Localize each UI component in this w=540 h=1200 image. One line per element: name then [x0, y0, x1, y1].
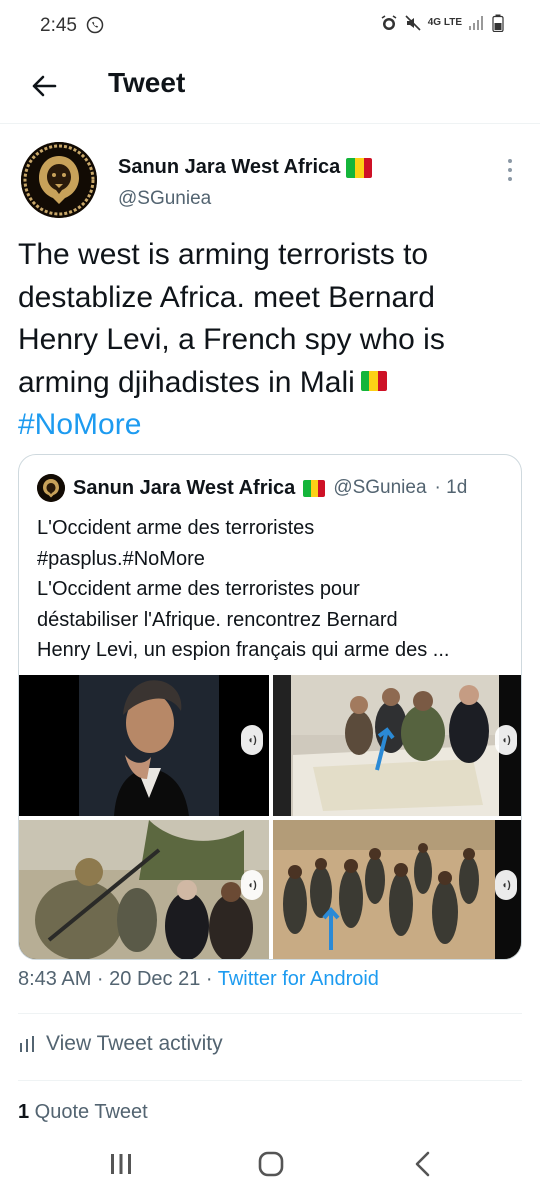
mali-flag-icon: [360, 370, 387, 391]
status-time: 2:45: [40, 15, 77, 36]
mute-icon: [405, 15, 421, 31]
quoted-author-handle: @SGuniea: [333, 477, 427, 498]
gif-badge-icon: ◖): [241, 725, 263, 755]
tweet-timestamp: 8:43 AM · 20 Dec 21 · Twitter for Androi…: [18, 968, 379, 991]
quoted-tweet-header: Sanun Jara West Africa @SGuniea · 1d: [37, 473, 467, 503]
view-activity-label: View Tweet activity: [46, 1032, 223, 1055]
author-avatar[interactable]: [21, 142, 97, 218]
app-header: Tweet: [0, 52, 540, 124]
system-back-icon: [415, 1151, 430, 1177]
author-handle[interactable]: @SGuniea: [118, 188, 211, 210]
portrait-photo: [19, 675, 269, 816]
tweet-text: The west is arming terrorists to destabl…: [18, 234, 523, 447]
recent-apps-button[interactable]: [96, 1146, 146, 1182]
fighters-photo: [273, 820, 521, 959]
quoted-line: #pasplus.#NoMore: [37, 547, 205, 570]
more-options-button[interactable]: [500, 152, 520, 188]
system-back-button[interactable]: [398, 1146, 448, 1182]
quoted-line: L'Occident arme des terroristes pour: [37, 578, 360, 600]
bar-chart-icon: [20, 1036, 34, 1052]
alarm-icon: [381, 15, 397, 30]
mali-flag-icon: [346, 157, 373, 178]
home-icon: [258, 1151, 284, 1177]
status-bar: 2:45 4G LTE: [0, 0, 540, 52]
divider: [18, 1013, 522, 1014]
system-nav-bar: [0, 1128, 540, 1200]
quoted-line: déstabiliser l'Afrique. rencontrez Berna…: [37, 608, 398, 631]
recent-apps-icon: [111, 1154, 131, 1174]
timestamp-text: 8:43 AM · 20 Dec 21 ·: [18, 968, 218, 990]
quoted-tweet-card[interactable]: Sanun Jara West Africa @SGuniea · 1d L'O…: [18, 454, 522, 960]
gif-badge-icon: ◖): [495, 870, 517, 900]
quoted-line: Henry Levi, un espion français qui arme …: [37, 639, 450, 661]
quoted-author-avatar: [37, 474, 65, 502]
more-vertical-icon: [508, 159, 512, 163]
mali-flag-icon: [303, 479, 326, 497]
map-table-photo: [273, 675, 521, 816]
lion-logo-image: [21, 142, 97, 218]
divider: [18, 1080, 522, 1081]
tweet-author: Sanun Jara West Africa @SGuniea: [0, 136, 540, 226]
quote-label: Quote Tweet: [29, 1101, 148, 1123]
back-arrow-icon: [32, 75, 57, 97]
media-image-portrait[interactable]: ◖): [19, 675, 269, 816]
media-image-fighters[interactable]: ◖): [273, 820, 521, 959]
gif-badge-icon: ◖): [495, 725, 517, 755]
status-icons: 4G LTE: [380, 14, 504, 32]
gif-badge-icon: ◖): [241, 870, 263, 900]
whatsapp-icon: [86, 16, 104, 34]
author-name-text: Sanun Jara West Africa: [118, 156, 341, 178]
network-label: 4G LTE: [427, 17, 462, 28]
signal-icon: [469, 16, 483, 30]
back-button[interactable]: [22, 64, 66, 108]
quoted-line: L'Occident arme des terroristes: [37, 517, 315, 539]
quoted-tweet-text: L'Occident arme des terroristes #pasplus…: [37, 513, 507, 666]
quoted-tweet-age: · 1d: [434, 477, 468, 498]
media-grid: ◖) ◖) ◖) ◖): [19, 675, 521, 959]
source-link[interactable]: Twitter for Android: [218, 968, 379, 990]
home-button[interactable]: [246, 1146, 296, 1182]
hashtag-link[interactable]: #NoMore: [18, 404, 523, 447]
page-title: Tweet: [108, 67, 186, 98]
media-image-armed-group[interactable]: ◖): [19, 820, 269, 959]
media-image-map-table[interactable]: ◖): [273, 675, 521, 816]
view-activity-button[interactable]: View Tweet activity: [18, 1032, 223, 1056]
quote-tweet-count[interactable]: 1 Quote Tweet: [18, 1101, 148, 1124]
quoted-author-name: Sanun Jara West Africa: [73, 476, 296, 499]
armed-group-photo: [19, 820, 269, 959]
quote-count: 1: [18, 1101, 30, 1123]
author-name[interactable]: Sanun Jara West Africa: [118, 156, 373, 179]
battery-icon: [492, 14, 504, 32]
